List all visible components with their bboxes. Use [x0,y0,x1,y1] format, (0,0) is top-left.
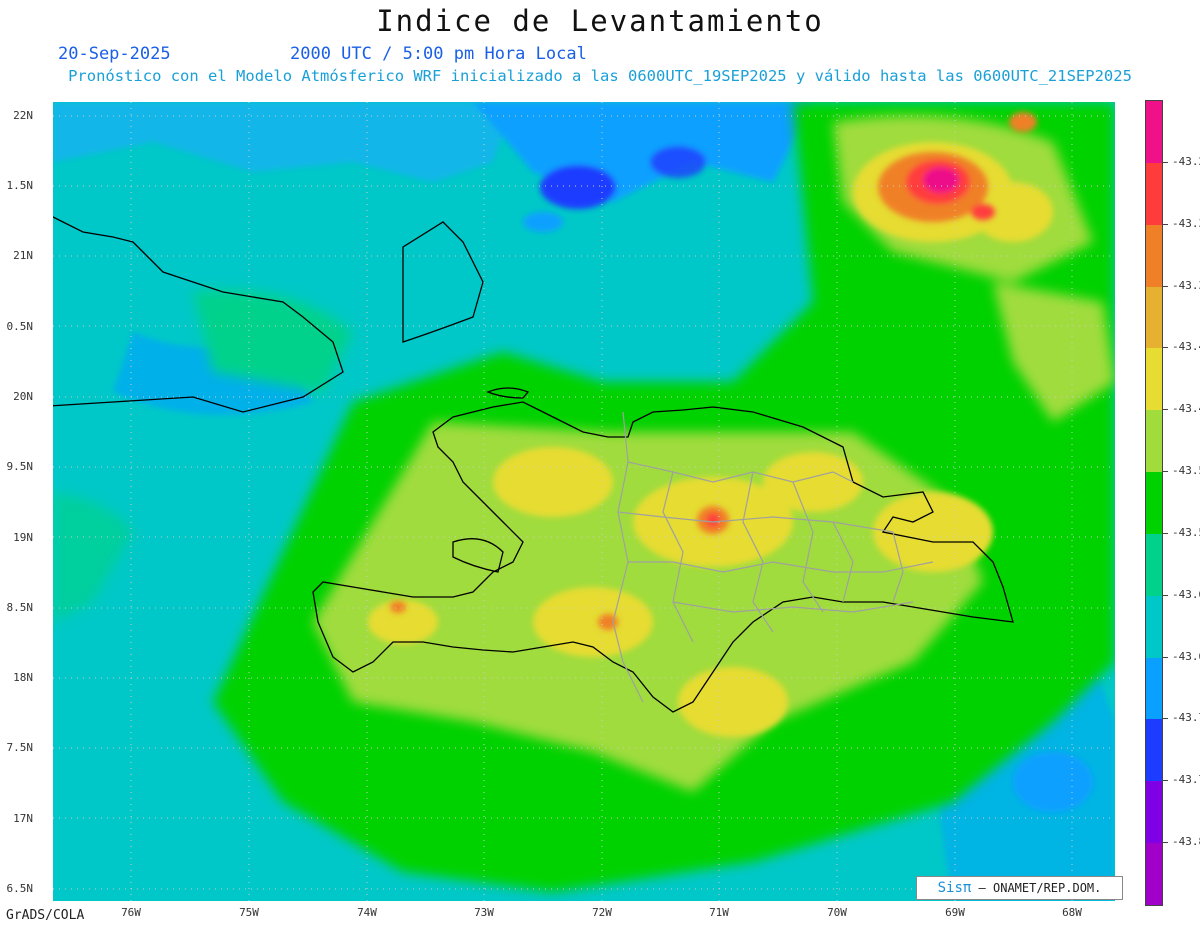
lon-label: 75W [239,906,259,919]
sispi-logo: Sisπ [937,880,972,896]
colorbar-tick [1162,718,1168,720]
lat-label: 18N [13,671,33,684]
grads-footer: GrADS/COLA [6,908,85,923]
credit-box: Sisπ – ONAMET/REP.DOM. [916,876,1123,900]
colorbar-segment [1146,348,1162,411]
colorbar-segment [1146,657,1162,720]
lat-label: 6.5N [6,882,34,895]
colorbar-label: -43.4 [1172,340,1200,354]
colorbar-tick [1162,842,1168,844]
lifted-index-map [53,102,1115,901]
colorbar-tick [1162,223,1168,225]
lon-label: 72W [592,906,612,919]
map-canvas [53,102,1115,901]
forecast-date: 20-Sep-2025 [58,44,171,64]
colorbar-segment [1146,410,1162,473]
lat-label: 9.5N [6,460,34,473]
colorbar-tick [1162,285,1168,287]
lat-label: 0.5N [6,320,34,333]
lat-label: 7.5N [6,741,34,754]
colorbar-label: -43.5 [1172,525,1200,539]
colorbar-segment [1146,224,1162,287]
colorbar-label: -43.7 [1172,711,1200,725]
lat-label: 22N [13,109,33,122]
lon-label: 71W [709,906,729,919]
lat-label: 17N [13,812,33,825]
lon-label: 70W [827,906,847,919]
lat-label: 21N [13,249,33,262]
lat-label: 8.5N [6,601,34,614]
colorbar-tick [1162,780,1168,782]
colorbar-label: -43.4 [1172,402,1200,416]
lon-label: 68W [1062,906,1082,919]
colorbar-tick [1162,594,1168,596]
colorbar-tick [1162,656,1168,658]
colorbar-segment [1146,162,1162,225]
colorbar-tick [1162,409,1168,411]
colorbar-label: -43.2 [1172,154,1200,168]
colorbar-segment [1146,843,1162,905]
forecast-info: Pronóstico con el Modelo Atmósferico WRF… [68,67,1132,85]
lat-label: 19N [13,531,33,544]
lat-label: 20N [13,390,33,403]
colorbar-segment [1146,286,1162,349]
colorbar-label: -43.6 [1172,587,1200,601]
colorbar-segment [1146,472,1162,534]
colorbar-label: -43.8 [1172,835,1200,849]
colorbar-tick [1162,471,1168,473]
colorbar-label: -43.7 [1172,773,1200,787]
colorbar-segment [1146,101,1162,163]
colorbar-label: -43.3 [1172,216,1200,230]
colorbar-tick [1162,161,1168,163]
lon-label: 69W [945,906,965,919]
colorbar-tick [1162,532,1168,534]
lon-label: 74W [357,906,377,919]
colorbar-segment [1146,781,1162,844]
colorbar-label: -43.3 [1172,278,1200,292]
lon-label: 76W [121,906,141,919]
credit-text: – ONAMET/REP.DOM. [971,881,1102,895]
valid-time: 2000 UTC / 5:00 pm Hora Local [290,44,587,64]
lon-label: 73W [474,906,494,919]
colorbar-tick [1162,347,1168,349]
colorbar-label: -43.5 [1172,464,1200,478]
colorbar-segment [1146,719,1162,782]
colorbar-segment [1146,595,1162,658]
colorbar-label: -43.6 [1172,649,1200,663]
map-title: Indice de Levantamiento [376,4,824,38]
colorbar [1145,100,1163,906]
colorbar-segment [1146,533,1162,596]
lat-label: 1.5N [6,179,34,192]
